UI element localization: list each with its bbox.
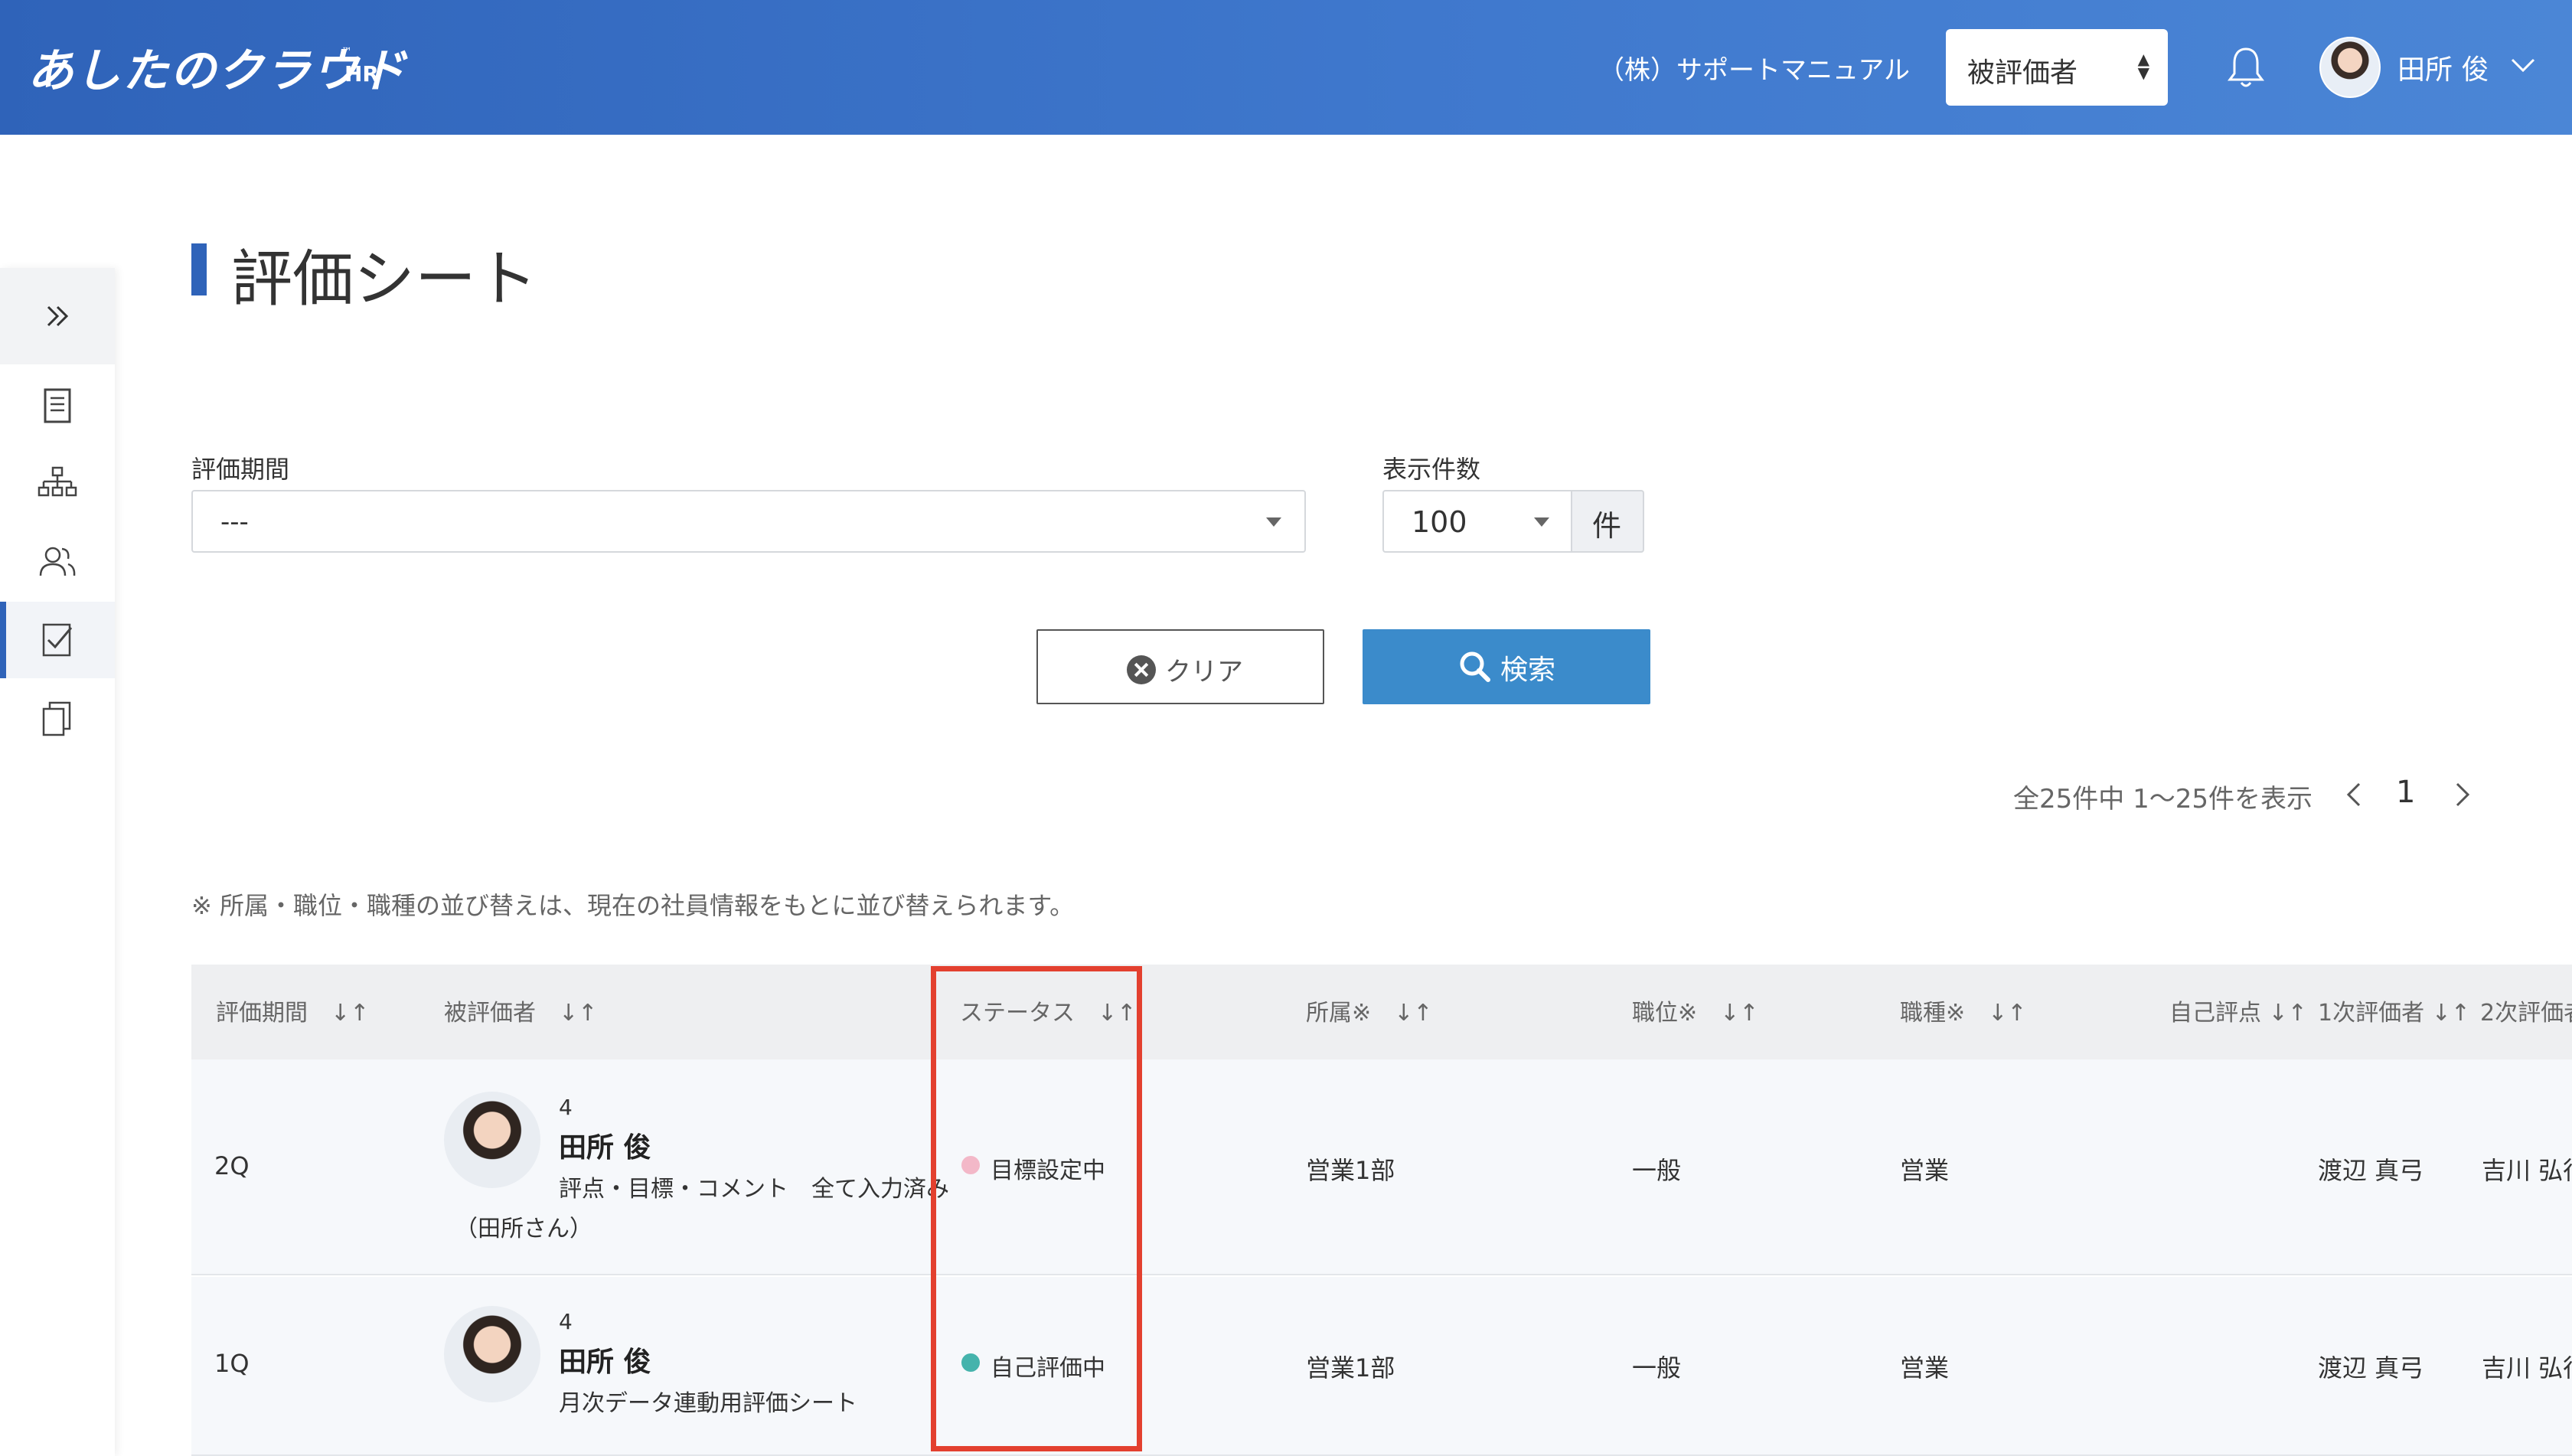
cell-position: 一般: [1632, 1353, 1682, 1383]
sort-icon[interactable]: ↓↑: [331, 1000, 369, 1027]
table-row[interactable]: 2Q 4 田所 俊 評点・目標・コメント 全て入力済み （田所さん） 目標設定中…: [191, 1059, 2572, 1275]
document-icon: [44, 388, 71, 423]
cell-evaluator-2: 吉川 弘行: [2482, 1353, 2572, 1383]
cell-job-type: 営業: [1900, 1156, 1950, 1185]
sidebar-item-evaluation[interactable]: [0, 602, 115, 678]
logo-sub: HR: [344, 61, 379, 87]
cell-job-type: 営業: [1900, 1353, 1950, 1383]
sort-icon[interactable]: ↓↑: [1988, 1000, 2026, 1027]
employee-name[interactable]: 田所 俊: [559, 1125, 651, 1165]
employee-avatar: [444, 1092, 540, 1188]
double-chevron-right-icon: [47, 305, 69, 327]
sort-icon[interactable]: ↓↑: [2432, 1000, 2470, 1027]
col-header-period[interactable]: 評価期間 ↓↑: [216, 994, 369, 1027]
copy-icon: [42, 701, 71, 736]
sort-note: ※ 所属・職位・職種の並び替えは、現在の社員情報をもとに並び替えられます。: [191, 891, 1075, 920]
count-select-value: 100: [1412, 505, 1467, 539]
search-icon: [1460, 651, 1490, 682]
sidebar-item-members[interactable]: [0, 524, 115, 600]
logo-trademark: ™: [341, 46, 352, 58]
user-avatar[interactable]: [2319, 37, 2381, 98]
col-header-evaluator-1[interactable]: 1次評価者 ↓↑: [2318, 994, 2470, 1027]
sidebar-item-documents[interactable]: [0, 367, 115, 444]
chevron-right-icon[interactable]: [2446, 778, 2477, 811]
employee-name[interactable]: 田所 俊: [559, 1340, 651, 1379]
cell-department: 営業1部: [1306, 1353, 1395, 1383]
title-accent-bar: [191, 243, 207, 295]
org-chart-icon: [38, 466, 77, 497]
clear-button[interactable]: クリア: [1036, 629, 1324, 704]
employee-number: 4: [559, 1309, 573, 1334]
cell-period: 1Q: [214, 1349, 250, 1378]
sidebar-item-copy[interactable]: [0, 680, 115, 756]
sort-icon[interactable]: ↓↑: [559, 1000, 597, 1027]
period-select-value: ---: [220, 507, 249, 537]
user-name[interactable]: 田所 俊: [2397, 47, 2489, 87]
sidebar: [0, 268, 115, 1456]
sort-icon[interactable]: ↓↑: [2269, 1000, 2307, 1027]
sidebar-expand-button[interactable]: [0, 268, 115, 364]
clear-button-label: クリア: [1165, 657, 1243, 687]
cell-evaluator-1: 渡辺 真弓: [2318, 1353, 2424, 1383]
status-column-highlight: [931, 966, 1142, 1451]
clear-circle-icon: [1127, 655, 1156, 684]
dropdown-arrow-icon: [1266, 517, 1281, 527]
col-header-job-type[interactable]: 職種※ ↓↑: [1900, 994, 2026, 1027]
employee-number: 4: [559, 1095, 573, 1120]
sheet-name[interactable]: 月次データ連動用評価シート: [559, 1384, 857, 1418]
pagination-info: 全25件中 1〜25件を表示: [2013, 784, 2313, 815]
cell-period: 2Q: [214, 1151, 250, 1180]
period-select[interactable]: ---: [191, 490, 1306, 553]
count-select[interactable]: 100: [1382, 490, 1572, 553]
company-name: （株）サポートマニュアル: [1598, 55, 1910, 86]
search-button[interactable]: 検索: [1363, 629, 1650, 704]
count-unit-label: 件: [1592, 509, 1622, 543]
cell-position: 一般: [1632, 1156, 1682, 1185]
count-unit: 件: [1571, 490, 1644, 553]
employee-avatar: [444, 1306, 540, 1402]
checklist-icon: [42, 623, 73, 657]
app-header: あしたのクラウド ™ HR （株）サポートマニュアル 被評価者 ▲ ▼ 田所 俊: [0, 0, 2572, 135]
pagination-current-page[interactable]: 1: [2396, 775, 2415, 810]
cell-evaluator-1: 渡辺 真弓: [2318, 1156, 2424, 1185]
sort-icon[interactable]: ↓↑: [1394, 1000, 1432, 1027]
search-button-label: 検索: [1500, 655, 1556, 686]
sort-icon[interactable]: ↓↑: [1720, 1000, 1758, 1027]
sheet-name-cont: （田所さん）: [455, 1216, 592, 1242]
col-header-position[interactable]: 職位※ ↓↑: [1632, 994, 1758, 1027]
chevron-down-icon[interactable]: [2509, 51, 2537, 78]
col-header-evaluator-2[interactable]: 2次評価者: [2480, 994, 2572, 1027]
page-title: 評価シート: [231, 243, 537, 315]
cell-evaluator-2: 吉川 弘行: [2482, 1156, 2572, 1185]
count-label: 表示件数: [1382, 455, 1481, 484]
bell-icon[interactable]: [2224, 44, 2267, 90]
role-select-value: 被評価者: [1967, 57, 2078, 89]
select-arrows-icon: ▲ ▼: [2137, 50, 2149, 82]
col-header-department[interactable]: 所属※ ↓↑: [1306, 994, 1432, 1027]
period-label: 評価期間: [191, 455, 290, 484]
users-icon: [39, 547, 76, 576]
col-header-self-score[interactable]: 自己評点 ↓↑: [2169, 994, 2307, 1027]
dropdown-arrow-icon: [1534, 517, 1549, 527]
role-select[interactable]: 被評価者 ▲ ▼: [1946, 29, 2168, 106]
sidebar-item-organization[interactable]: [0, 446, 115, 522]
chevron-left-icon[interactable]: [2339, 778, 2370, 811]
table-row[interactable]: 1Q 4 田所 俊 月次データ連動用評価シート 自己評価中 営業1部 一般 営業…: [191, 1277, 2572, 1456]
col-header-evaluatee[interactable]: 被評価者 ↓↑: [444, 994, 597, 1027]
cell-department: 営業1部: [1306, 1156, 1395, 1185]
